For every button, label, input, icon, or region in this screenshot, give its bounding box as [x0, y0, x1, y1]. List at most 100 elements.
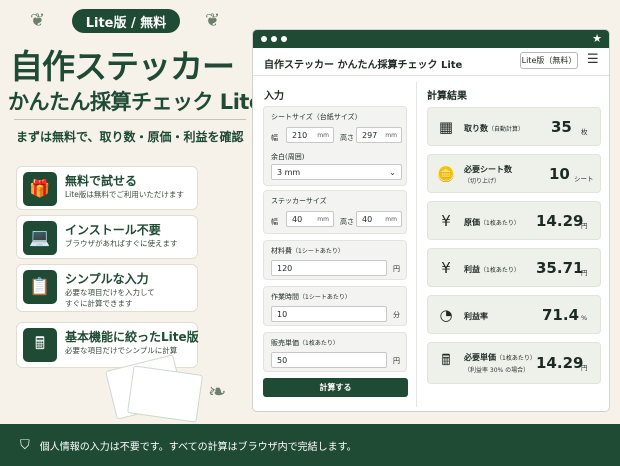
shield-icon: ⛉ — [20, 437, 30, 453]
minute-unit: 分 — [393, 311, 400, 319]
divider — [416, 82, 417, 407]
sale-price-input[interactable]: 50 — [271, 352, 387, 368]
result-value: 14.29 — [536, 212, 584, 230]
sale-price-card: 販売単価（1枚あたり） 50 円 — [263, 332, 407, 372]
result-unit: % — [581, 314, 588, 322]
sticker-size-card: ステッカーサイズ 幅 40 mm 高さ 40 mm — [263, 190, 407, 234]
sticker-width-input[interactable]: 40 mm — [286, 211, 334, 227]
result-label: 必要単価（1枚あたり） — [464, 353, 536, 362]
result-label: 原価（1枚あたり） — [464, 218, 520, 227]
feature-title: インストール不要 — [65, 223, 161, 237]
laptop-icon: 💻 — [23, 221, 57, 255]
result-profit: ¥ 利益（1枚あたり） 35.71 円 — [427, 248, 601, 287]
work-time-input[interactable]: 10 — [271, 306, 387, 322]
sticker-size-label: ステッカーサイズ — [271, 197, 327, 205]
result-unit-cost: ¥ 原価（1枚あたり） 14.29 円 — [427, 201, 601, 240]
promo-tagline: まずは無料で、取り数・原価・利益を確認 — [16, 130, 244, 144]
margin-label: 余白(周囲) — [271, 153, 305, 161]
feature-title: 無料で試せる — [65, 174, 138, 188]
result-value: 10 — [549, 165, 570, 183]
width-label: 幅 — [271, 134, 278, 142]
feature-desc: 必要な項目だけでシンプルに計算 — [65, 346, 178, 355]
results-section-title: 計算結果 — [427, 91, 467, 102]
result-yield-count: ▦ 取り数（自動計算） 35 枚 — [427, 107, 601, 146]
lite-version-button[interactable]: Lite版（無料） — [520, 52, 578, 69]
work-time-label: 作業時間（1シートあたり） — [271, 293, 351, 301]
result-unit: 円 — [581, 269, 588, 277]
promo-title: 自作ステッカー — [10, 47, 235, 86]
footer-bar: ⛉ 個人情報の入力は不要です。すべての計算はブラウザ内で完結します。 — [0, 424, 620, 466]
sticker-height-input[interactable]: 40 mm — [356, 211, 402, 227]
feature-desc: Lite版は無料でご利用いただけます — [65, 190, 184, 199]
hamburger-menu-icon[interactable]: ☰ — [587, 52, 599, 67]
sheet-width-input[interactable]: 210 mm — [286, 127, 334, 143]
material-cost-label: 材料費（1シートあたり） — [271, 247, 344, 255]
window-titlebar: ★ — [253, 30, 609, 48]
result-value: 35.71 — [536, 259, 584, 277]
leaf-decoration-icon: ❦ — [30, 10, 46, 31]
calculator-icon: 🖩 — [23, 328, 57, 362]
feature-title: シンプルな入力 — [65, 272, 149, 286]
window-dot[interactable] — [281, 36, 287, 42]
result-value: 71.4 — [542, 306, 580, 324]
result-label: 取り数（自動計算） — [464, 124, 525, 133]
yen-unit: 円 — [393, 357, 400, 365]
result-required-price: 🖩 必要単価（1枚あたり） （利益率 30% の場合） 14.29 円 — [427, 342, 601, 384]
calculator-icon: 🖩 — [441, 350, 451, 369]
result-unit: 円 — [581, 222, 588, 230]
result-profit-margin: ◔ 利益率 71.4 % — [427, 295, 601, 334]
app-header: 自作ステッカー かんたん採算チェック Lite Lite版（無料） ☰ — [253, 48, 609, 76]
promo-subtitle: かんたん採算チェック Lite — [8, 90, 263, 114]
feature-title: 基本機能に絞ったLite版 — [65, 330, 199, 344]
window-dot[interactable] — [271, 36, 277, 42]
feature-card: 🎁 無料で試せる Lite版は無料でご利用いただけます — [16, 166, 198, 210]
material-cost-card: 材料費（1シートあたり） 120 円 — [263, 240, 407, 280]
result-sublabel: （切り上げ） — [464, 178, 501, 185]
margin-select[interactable]: 3 mm ⌄ — [271, 164, 402, 180]
sheet-size-label: シートサイズ（台紙サイズ） — [271, 113, 362, 121]
result-sublabel: （利益率 30% の場合） — [464, 367, 530, 374]
sale-price-label: 販売単価（1枚あたり） — [271, 339, 339, 347]
sticker-sheet-illustration — [127, 365, 203, 423]
window-dot[interactable] — [261, 36, 267, 42]
app-title: 自作ステッカー かんたん採算チェック Lite — [264, 60, 463, 71]
material-cost-input[interactable]: 120 — [271, 260, 387, 276]
result-label: 利益（1枚あたり） — [464, 265, 520, 274]
sheet-height-input[interactable]: 297 mm — [356, 127, 402, 143]
divider — [14, 119, 246, 120]
feature-desc: 必要な項目だけを入力して すぐに計算できます — [65, 288, 155, 308]
yen-icon: ¥ — [441, 212, 451, 230]
footer-text: 個人情報の入力は不要です。すべての計算はブラウザ内で完結します。 — [39, 441, 357, 453]
yen-unit: 円 — [393, 265, 400, 273]
pie-chart-icon: ◔ — [439, 306, 453, 324]
leaf-decoration-icon: ❦ — [205, 10, 221, 31]
result-unit: 枚 — [581, 128, 588, 136]
star-icon: ★ — [592, 32, 602, 45]
grid-icon: ▦ — [438, 118, 454, 136]
app-window: ★ 自作ステッカー かんたん採算チェック Lite Lite版（無料） ☰ 入力… — [252, 29, 610, 412]
feature-card: 📋 シンプルな入力 必要な項目だけを入力して すぐに計算できます — [16, 264, 198, 312]
result-label: 利益率 — [464, 312, 488, 321]
chevron-down-icon: ⌄ — [389, 168, 396, 177]
work-time-card: 作業時間（1シートあたり） 10 分 — [263, 286, 407, 326]
height-label: 高さ — [340, 134, 354, 142]
gift-icon: 🎁 — [23, 172, 57, 206]
coins-icon: 🪙 — [436, 165, 456, 183]
feature-card: 💻 インストール不要 ブラウザがあればすぐに使えます — [16, 215, 198, 259]
result-sheet-count: 🪙 必要シート数 （切り上げ） 10 シート — [427, 154, 601, 193]
width-label: 幅 — [271, 218, 278, 226]
result-label: 必要シート数 — [464, 165, 512, 174]
result-value: 14.29 — [536, 354, 584, 372]
feature-desc: ブラウザがあればすぐに使えます — [65, 239, 178, 248]
height-label: 高さ — [340, 218, 354, 226]
leaf-decoration-icon: ❧ — [208, 380, 227, 405]
clipboard-icon: 📋 — [23, 270, 57, 304]
yen-icon: ¥ — [441, 259, 451, 277]
lite-free-badge: Lite版 / 無料 — [72, 9, 180, 33]
result-value: 35 — [551, 118, 572, 136]
input-section-title: 入力 — [264, 91, 284, 102]
result-unit: 円 — [581, 364, 588, 372]
result-unit: シート — [574, 175, 594, 183]
sheet-size-card: シートサイズ（台紙サイズ） 幅 210 mm 高さ 297 mm 余白(周囲) 3 … — [263, 106, 407, 186]
calculate-button[interactable]: 計算する — [263, 378, 408, 397]
